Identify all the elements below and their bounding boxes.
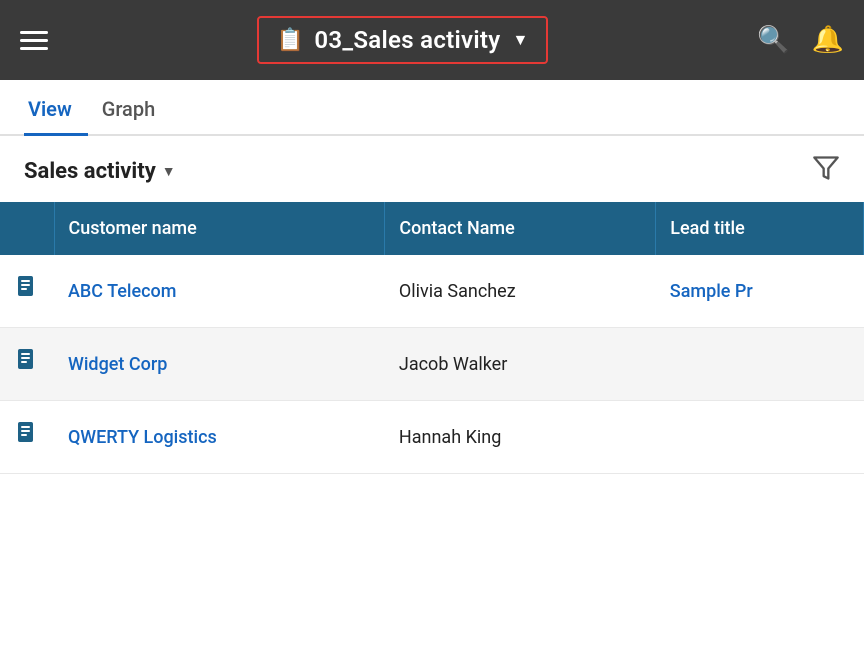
section-title-text: Sales activity	[24, 159, 156, 184]
table-header-row: Customer name Contact Name Lead title	[0, 202, 864, 255]
navbar-right: 🔍 🔔	[757, 25, 844, 55]
col-customer-name: Customer name	[54, 202, 385, 255]
col-contact-name: Contact Name	[385, 202, 656, 255]
sales-activity-table: Customer name Contact Name Lead title	[0, 202, 864, 474]
document-row-icon	[16, 428, 38, 453]
dropdown-arrow-icon: ▼	[512, 30, 528, 50]
col-lead-title: Lead title	[656, 202, 864, 255]
navbar-title: 03_Sales activity	[314, 26, 500, 54]
bell-icon[interactable]: 🔔	[812, 25, 844, 55]
col-icon	[0, 202, 54, 255]
row-icon-cell	[0, 401, 54, 474]
search-icon[interactable]: 🔍	[757, 25, 789, 55]
row-contact-name: Hannah King	[385, 401, 656, 474]
navbar: 📋 03_Sales activity ▼ 🔍 🔔	[0, 0, 864, 80]
row-icon-cell	[0, 255, 54, 328]
row-lead-title	[656, 328, 864, 401]
menu-button[interactable]	[20, 31, 48, 50]
table-row: QWERTY Logistics Hannah King	[0, 401, 864, 474]
tab-graph[interactable]: Graph	[98, 97, 171, 136]
row-lead-title[interactable]: Sample Pr	[656, 255, 864, 328]
document-row-icon	[16, 355, 38, 380]
document-row-icon	[16, 282, 38, 307]
row-contact-name: Olivia Sanchez	[385, 255, 656, 328]
row-customer-name[interactable]: ABC Telecom	[54, 255, 385, 328]
tabs-bar: View Graph	[0, 80, 864, 136]
table-row: Widget Corp Jacob Walker	[0, 328, 864, 401]
row-lead-title	[656, 401, 864, 474]
section-title[interactable]: Sales activity ▼	[24, 159, 176, 184]
row-customer-name[interactable]: QWERTY Logistics	[54, 401, 385, 474]
section-dropdown-icon: ▼	[162, 163, 176, 180]
filter-icon[interactable]	[812, 154, 840, 188]
table-row: ABC Telecom Olivia Sanchez Sample Pr	[0, 255, 864, 328]
document-icon: 📋	[277, 28, 304, 53]
row-customer-name[interactable]: Widget Corp	[54, 328, 385, 401]
row-icon-cell	[0, 328, 54, 401]
table-container: Customer name Contact Name Lead title	[0, 202, 864, 474]
row-contact-name: Jacob Walker	[385, 328, 656, 401]
section-header: Sales activity ▼	[0, 136, 864, 202]
tab-view[interactable]: View	[24, 97, 88, 136]
navbar-left	[20, 31, 48, 50]
title-box[interactable]: 📋 03_Sales activity ▼	[257, 16, 548, 64]
navbar-center: 📋 03_Sales activity ▼	[257, 16, 548, 64]
